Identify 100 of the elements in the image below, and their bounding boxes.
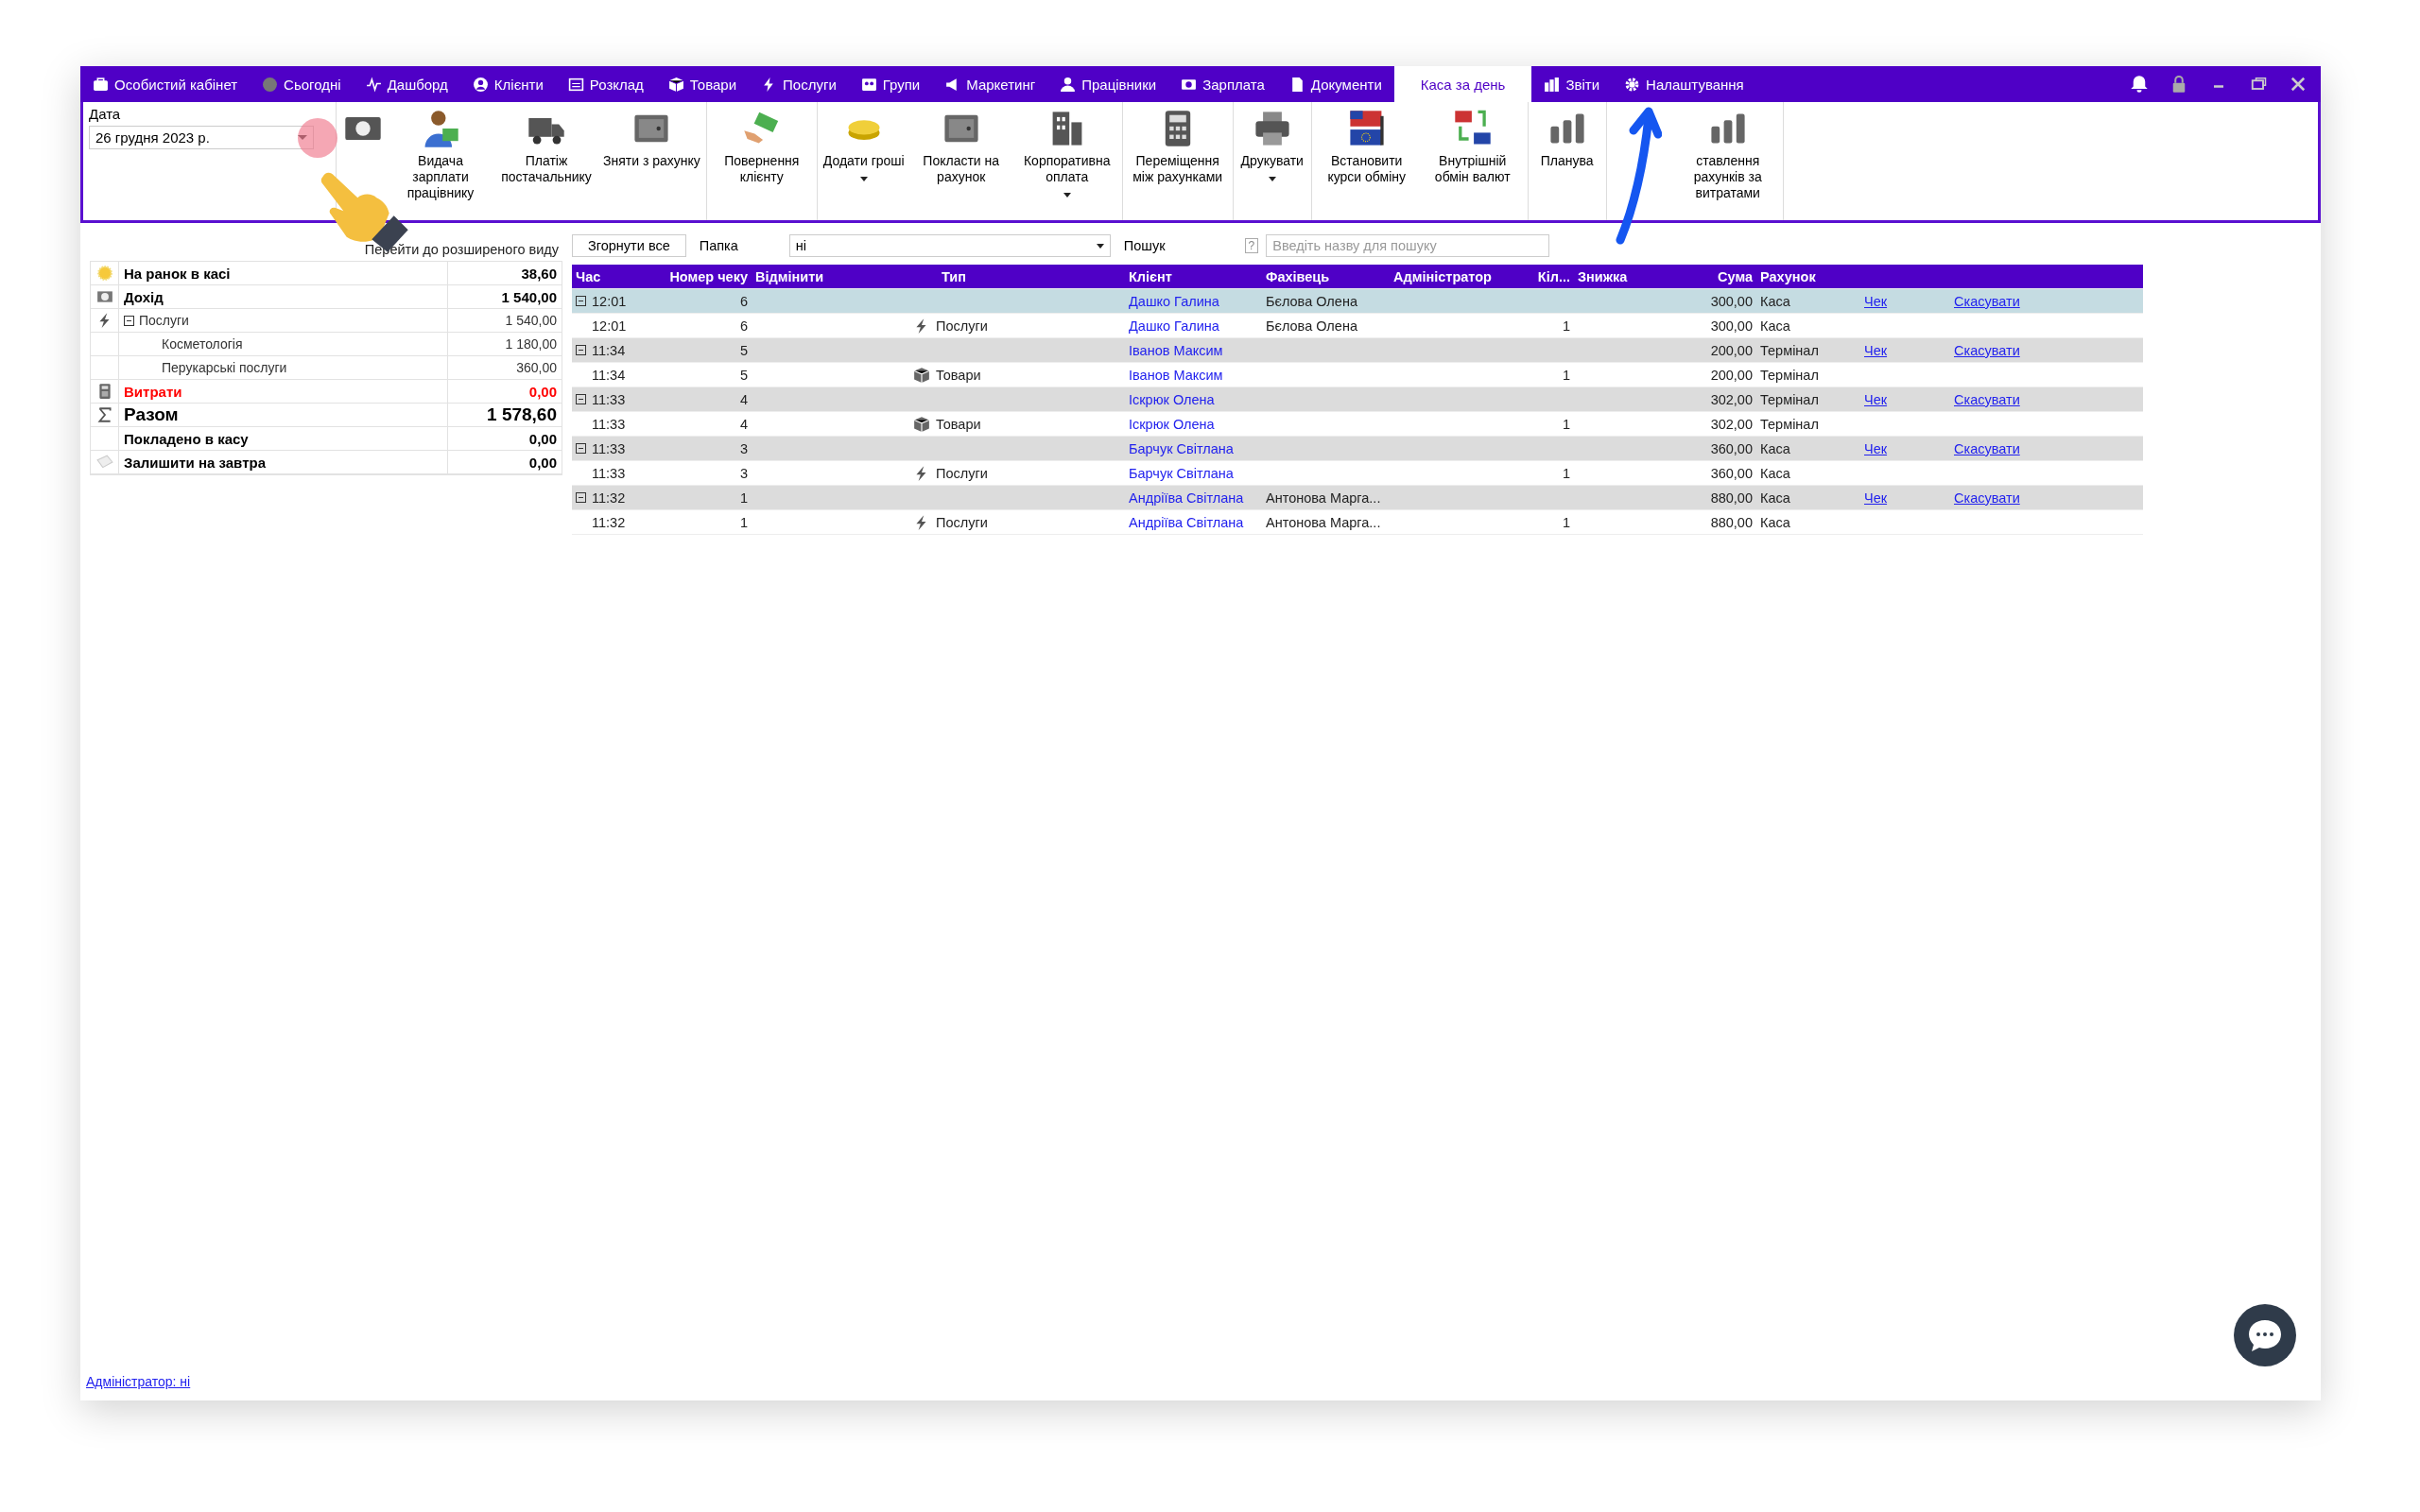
menu-tab[interactable]: Працівники	[1047, 66, 1169, 102]
column-header[interactable]: Кіл...	[1503, 268, 1574, 284]
table-cell: 300,00	[1710, 318, 1753, 334]
collapse-icon[interactable]	[576, 492, 586, 503]
cancel-link[interactable]: Скасувати	[1954, 391, 2020, 407]
receipt-link[interactable]: Чек	[1864, 342, 1888, 358]
toolbar-button[interactable]: Переміщення між рахунками	[1124, 102, 1231, 220]
table-row[interactable]: 11:32 1 Послуги Андріїва Світлана Антонова Марга... 1 880,00 Каса	[572, 510, 2143, 535]
table-row[interactable]: 11:33 4 Іскрюк Олена 302,00 Термінал Чек Скасувати	[572, 387, 2143, 412]
column-header[interactable]: Тип	[908, 268, 1125, 284]
click-marker	[298, 118, 337, 158]
table-cell: 1	[739, 490, 748, 506]
menu-tab[interactable]: Звіти	[1531, 66, 1613, 102]
column-header[interactable]: Сума	[1664, 268, 1756, 284]
close-icon[interactable]	[2289, 75, 2308, 94]
table-cell: 200,00	[1710, 367, 1753, 383]
table-cell: Каса	[1760, 490, 1790, 506]
summary-value: 1 180,00	[504, 335, 558, 353]
column-header[interactable]: Клієнт	[1125, 268, 1262, 284]
column-header[interactable]: Знижка	[1574, 268, 1664, 284]
table-cell: Товари	[936, 416, 981, 432]
client-link[interactable]: Андріїва Світлана	[1129, 514, 1244, 530]
table-row[interactable]: 11:32 1 Андріїва Світлана Антонова Марга... 880,00 Каса Чек Скасувати	[572, 486, 2143, 510]
collapse-icon[interactable]	[576, 345, 586, 355]
receipt-link[interactable]: Чек	[1864, 293, 1888, 309]
table-row[interactable]: 12:01 6 Дашко Галина Бєлова Олена 300,00 Каса Чек Скасувати	[572, 289, 2143, 314]
toolbar-button[interactable]: Встановити курси обміну	[1313, 102, 1420, 220]
cancel-link[interactable]: Скасувати	[1954, 293, 2020, 309]
receipt-link[interactable]: Чек	[1864, 490, 1888, 506]
toolbar-button[interactable]: Видача зарплати працівнику	[388, 102, 493, 220]
table-cell: 11:34	[592, 342, 626, 358]
collapse-icon[interactable]	[576, 443, 586, 454]
column-header[interactable]: Відмінити	[752, 268, 908, 284]
date-picker[interactable]: 26 грудня 2023 р.	[89, 126, 314, 149]
client-link[interactable]: Барчук Світлана	[1129, 440, 1234, 456]
table-cell: 302,00	[1710, 416, 1753, 432]
collapse-icon[interactable]	[576, 296, 586, 306]
cancel-link[interactable]: Скасувати	[1954, 440, 2020, 456]
folder-label: Папка	[698, 238, 739, 253]
table-row[interactable]: 11:33 3 Барчук Світлана 360,00 Каса Чек Скасувати	[572, 437, 2143, 461]
table-cell: Термінал	[1760, 391, 1819, 407]
collapse-icon[interactable]	[124, 315, 134, 326]
column-header[interactable]: Номер чеку	[648, 268, 752, 284]
box-icon	[667, 76, 684, 93]
menu-tab[interactable]: Налаштування	[1612, 66, 1756, 102]
toolbar-button[interactable]: Друкувати	[1235, 102, 1309, 220]
cancel-link[interactable]: Скасувати	[1954, 342, 2020, 358]
toolbar-button[interactable]: Додати гроші	[819, 102, 908, 220]
menu-tab[interactable]: Послуги	[749, 66, 849, 102]
client-link[interactable]: Іванов Максим	[1129, 342, 1223, 358]
menu-tab[interactable]: Товари	[655, 66, 750, 102]
summary-label: Витрати	[124, 383, 182, 400]
client-link[interactable]: Андріїва Світлана	[1129, 490, 1244, 506]
client-link[interactable]: Іванов Максим	[1129, 367, 1223, 383]
client-link[interactable]: Дашко Галина	[1129, 318, 1219, 334]
administrator-link[interactable]: Адміністратор: ні	[86, 1374, 191, 1389]
client-link[interactable]: Іскрюк Олена	[1129, 416, 1215, 432]
menu-tab[interactable]: Документи	[1276, 66, 1394, 102]
folder-dropdown[interactable]: ні	[788, 234, 1111, 257]
column-header[interactable]: Рахунок	[1756, 268, 1860, 284]
table-row[interactable]: 11:34 5 Іванов Максим 200,00 Термінал Чек Скасувати	[572, 338, 2143, 363]
table-cell: Антонова Марга...	[1266, 490, 1381, 506]
toolbar-button[interactable]: Корпоративна оплата	[1013, 102, 1120, 220]
menu-tab[interactable]: Зарплата	[1168, 66, 1277, 102]
toolbar-button[interactable]: Планува	[1530, 102, 1604, 220]
table-cell: Каса	[1760, 318, 1790, 334]
cancel-link[interactable]: Скасувати	[1954, 490, 2020, 506]
menu-tab[interactable]: Сьогодні	[250, 66, 354, 102]
help-icon[interactable]: ?	[1244, 238, 1259, 253]
menu-tab[interactable]: Клієнти	[459, 66, 556, 102]
receipt-link[interactable]: Чек	[1864, 391, 1888, 407]
bell-icon[interactable]	[2130, 75, 2149, 94]
chat-button[interactable]	[2234, 1304, 2296, 1366]
menu-tab[interactable]: Особистий кабінет	[80, 66, 251, 102]
table-cell: Термінал	[1760, 367, 1819, 383]
search-field[interactable]: Введіть назву для пошуку	[1266, 234, 1550, 257]
column-header[interactable]: Фахівець	[1262, 268, 1390, 284]
receipt-link[interactable]: Чек	[1864, 440, 1888, 456]
toolbar-button[interactable]: Повернення клієнту	[708, 102, 815, 220]
client-link[interactable]: Іскрюк Олена	[1129, 391, 1215, 407]
toolbar-button[interactable]: Покласти на рахунок	[908, 102, 1014, 220]
menu-tab[interactable]: Маркетинг	[932, 66, 1048, 102]
table-cell: Послуги	[936, 465, 988, 481]
toolbar-button[interactable]: ставлення рахунків за витратами	[1674, 102, 1781, 220]
menu-tab[interactable]: Каса за день	[1393, 66, 1532, 102]
table-cell: 11:33	[592, 416, 626, 432]
column-header[interactable]: Адміністратор	[1390, 268, 1503, 284]
collapse-all-button[interactable]: Згорнути все	[572, 234, 686, 257]
collapse-icon[interactable]	[576, 394, 586, 404]
toolbar-button[interactable]: Зняти з рахунку	[599, 102, 704, 220]
menu-tab[interactable]: Групи	[848, 66, 933, 102]
menu-tab[interactable]: Дашборд	[353, 66, 460, 102]
table-cell: 6	[739, 318, 748, 334]
column-header[interactable]: Час	[572, 268, 648, 284]
client-link[interactable]: Дашко Галина	[1129, 293, 1219, 309]
menu-tab[interactable]: Розклад	[555, 66, 656, 102]
table-cell: Послуги	[936, 514, 988, 530]
toolbar-button[interactable]: Внутрішній обмін валют	[1419, 102, 1526, 220]
toolbar-button[interactable]: Платіж постачальнику	[493, 102, 599, 220]
client-link[interactable]: Барчук Світлана	[1129, 465, 1234, 481]
